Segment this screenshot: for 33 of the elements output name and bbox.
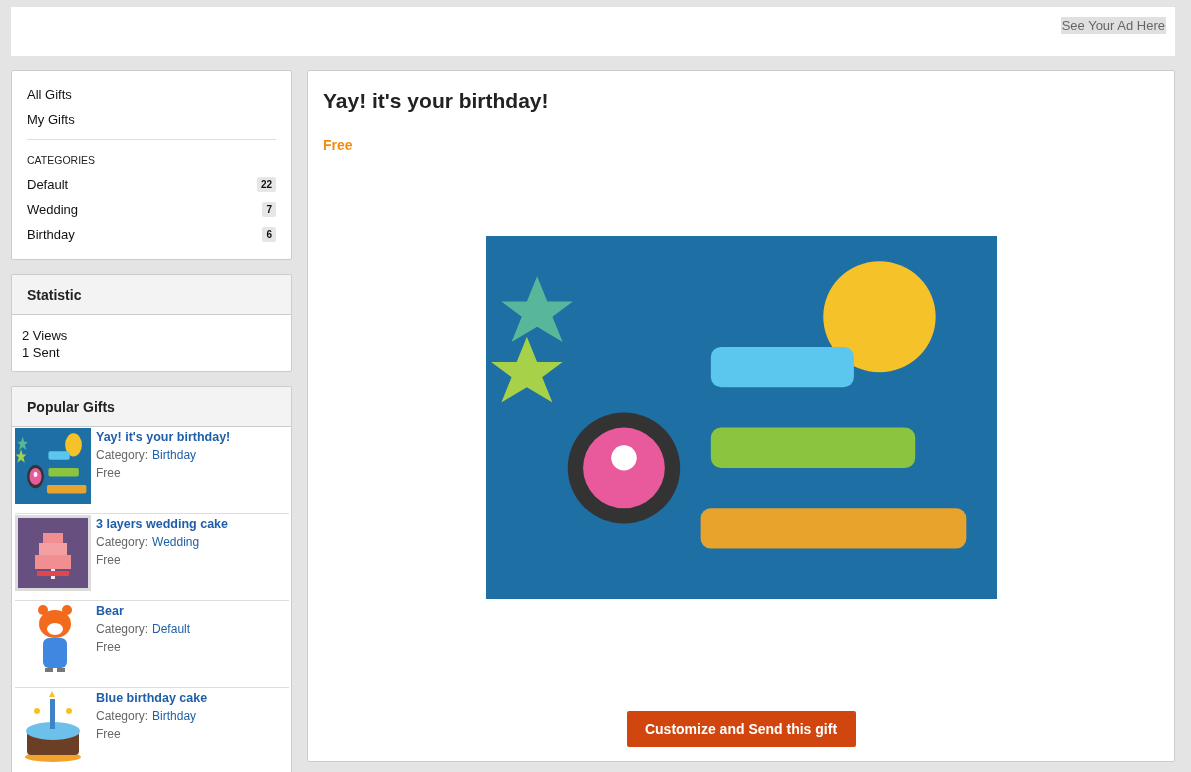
nav-link[interactable]: My Gifts	[27, 110, 276, 135]
gift-link[interactable]: Yay! it's your birthday!	[96, 428, 231, 446]
card-title: Statistic	[12, 275, 291, 315]
categories-heading: CATEGORIES	[27, 154, 97, 166]
nav-link[interactable]: All Gifts	[27, 85, 276, 110]
category-link[interactable]: Wedding	[152, 533, 200, 551]
gift-title: Yay! it's your birthday!	[323, 89, 550, 113]
gift-price: Free	[96, 465, 122, 482]
statistic-text: 1 Sent	[22, 344, 61, 361]
gift-price: Free	[96, 639, 122, 656]
category-label: Category:	[96, 621, 149, 638]
count-badge: 22	[256, 177, 276, 192]
category-label: Category:	[96, 534, 149, 551]
gift-link[interactable]: 3 layers wedding cake	[96, 515, 228, 533]
card-title: Popular Gifts	[12, 387, 291, 427]
category-link[interactable]: Default	[27, 177, 69, 192]
category-link[interactable]: Birthday	[152, 707, 197, 725]
category-label: Category:	[96, 708, 149, 725]
send-gift-button[interactable]: Customize and Send this gift	[626, 711, 856, 747]
gift-link[interactable]: Blue birthday cake	[96, 689, 208, 707]
gift-price: Free	[96, 726, 122, 743]
gift-price: Free	[323, 137, 353, 153]
category-link[interactable]: Default	[152, 620, 191, 638]
gift-link[interactable]: Bear	[96, 602, 191, 620]
count-badge: 6	[262, 227, 276, 242]
count-badge: 7	[262, 202, 276, 217]
statistic-text: 2 Views	[22, 327, 69, 344]
ad-link[interactable]: See Your Ad Here	[1060, 17, 1166, 34]
category-link[interactable]: Birthday	[152, 446, 197, 464]
category-link[interactable]: Birthday	[27, 227, 75, 242]
gift-price: Free	[96, 552, 122, 569]
category-link[interactable]: Wedding	[27, 202, 79, 217]
category-label: Category:	[96, 447, 149, 464]
